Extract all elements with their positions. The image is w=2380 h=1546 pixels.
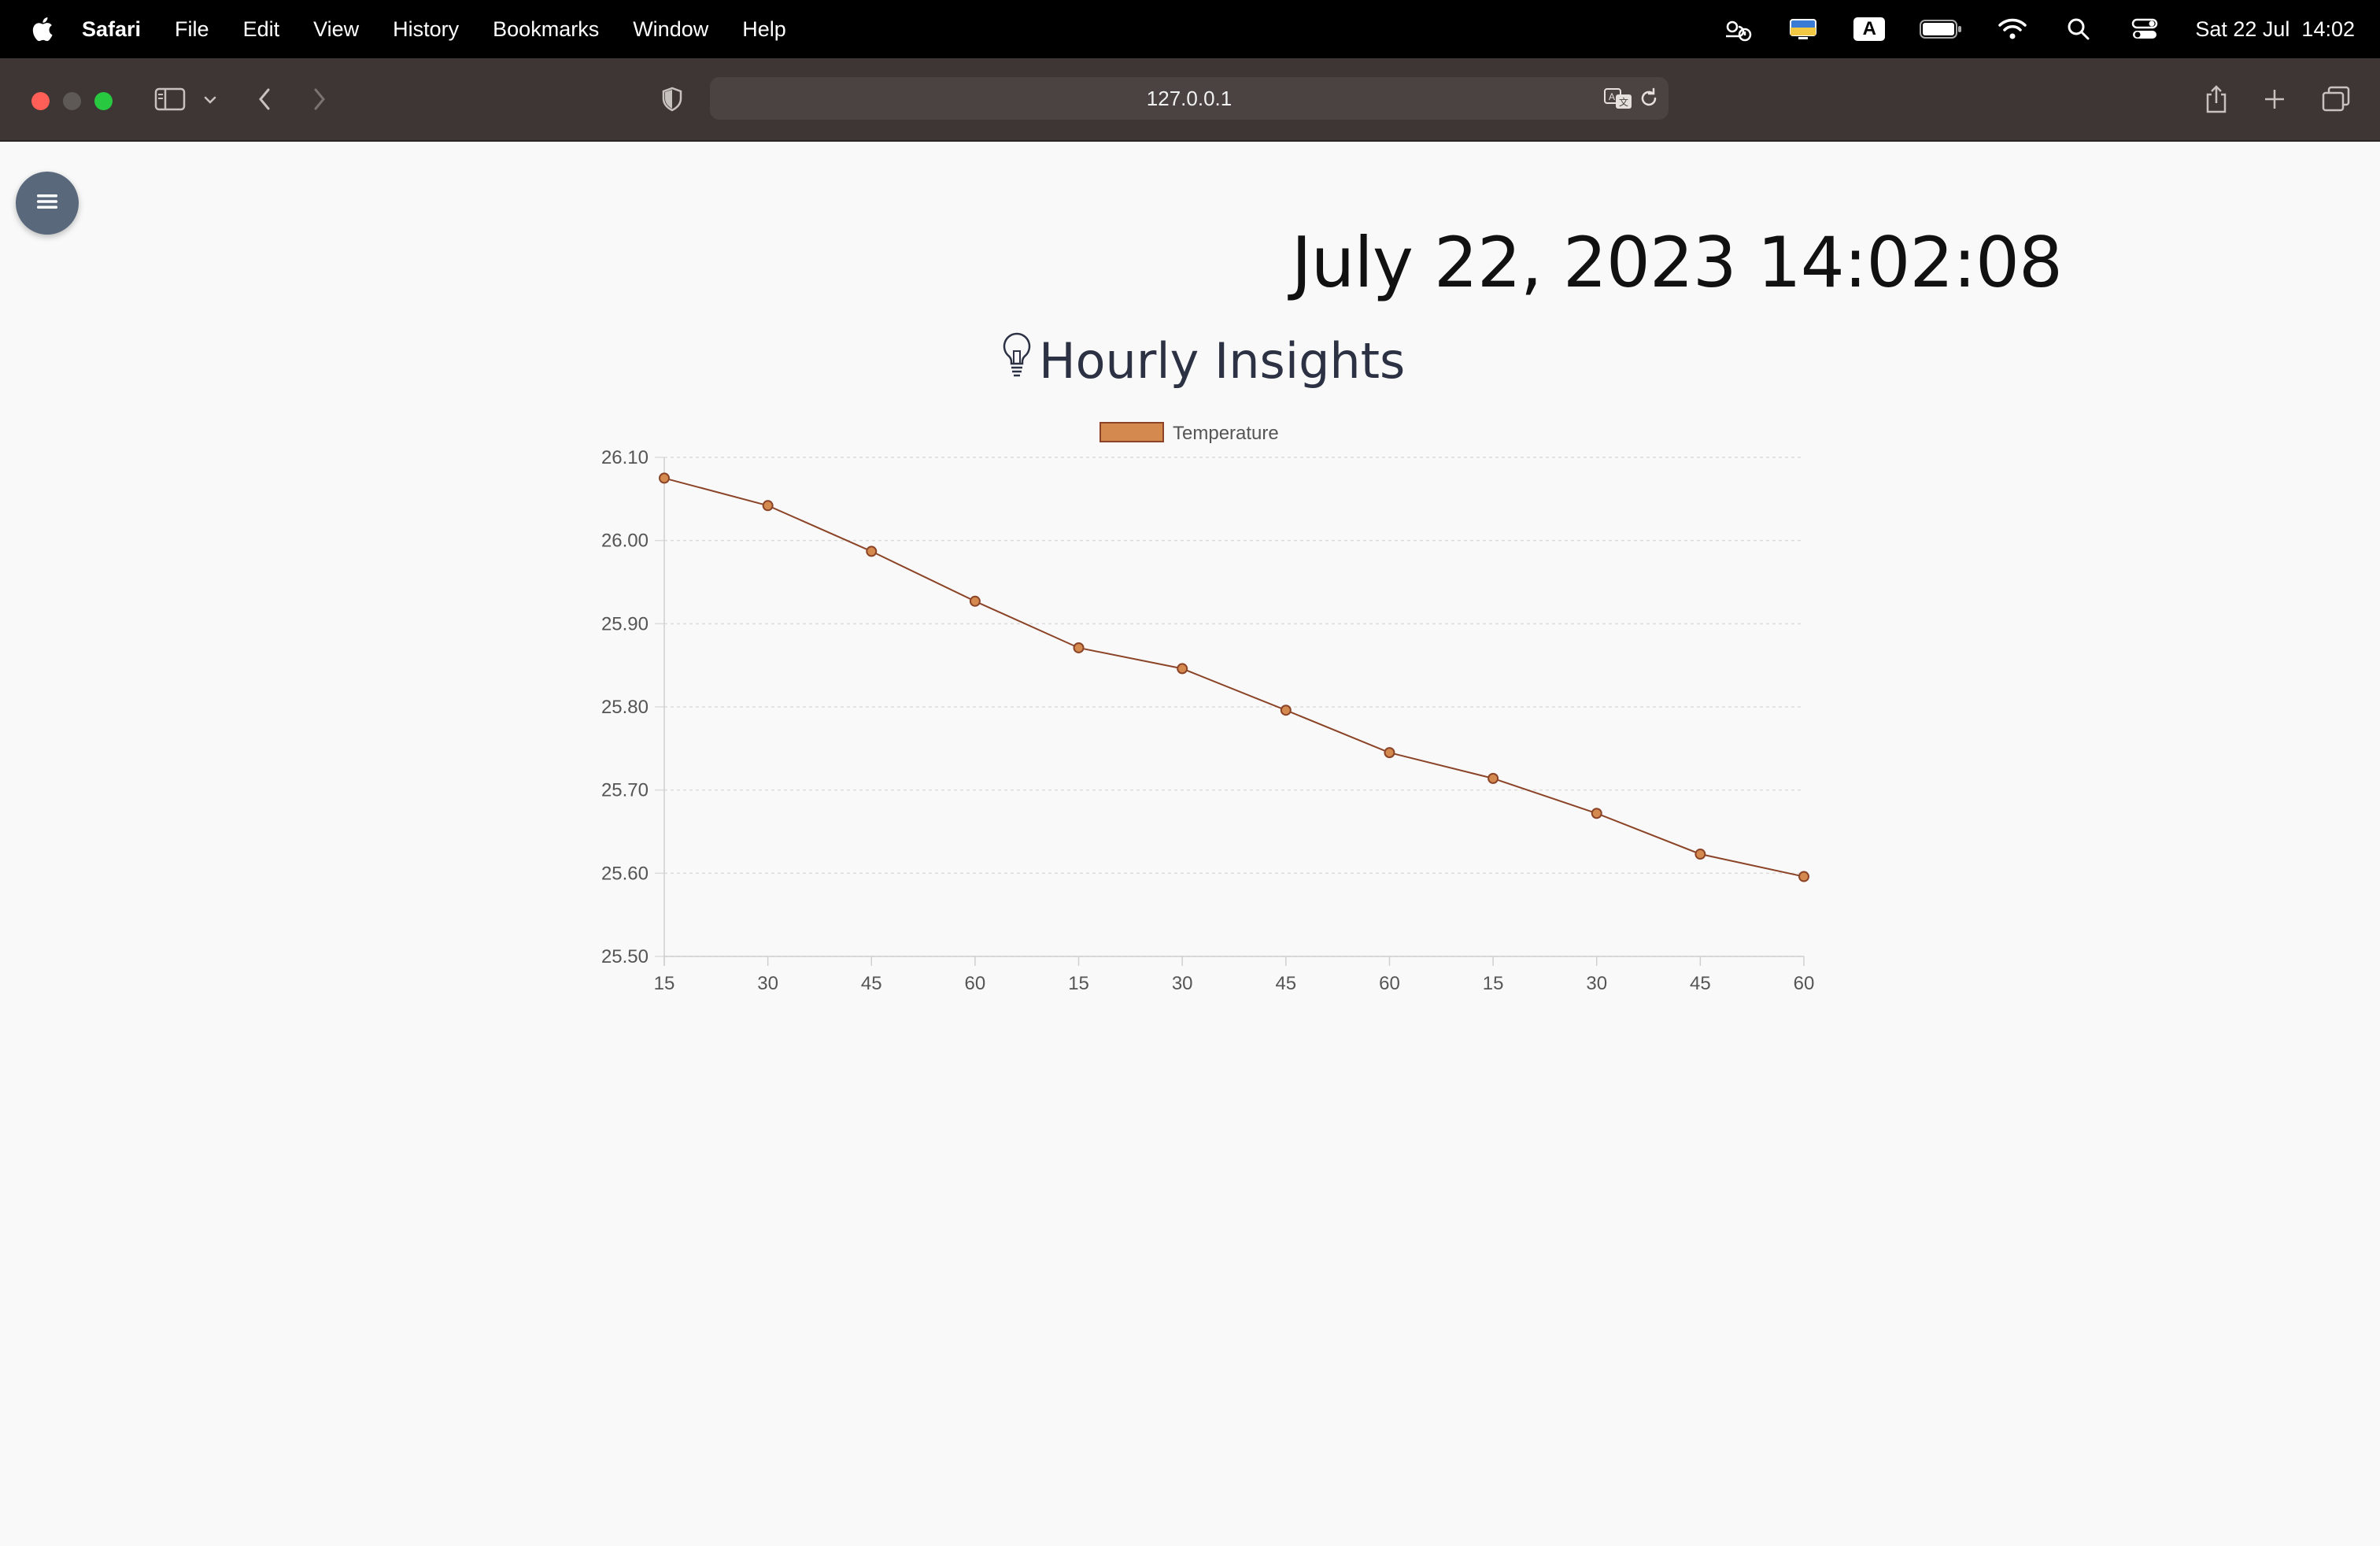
keyboard-input-icon[interactable]: A <box>1853 16 1886 43</box>
search-icon[interactable] <box>2063 16 2094 43</box>
reload-icon[interactable] <box>1637 87 1661 110</box>
keyboard-input-label: A <box>1853 17 1886 41</box>
x-tick-label: 15 <box>654 973 675 994</box>
temperature-data-point <box>1798 871 1809 882</box>
control-center-icon[interactable] <box>2129 16 2160 43</box>
temperature-data-point <box>1280 705 1292 716</box>
x-tick-label: 45 <box>861 973 882 994</box>
temperature-data-point <box>659 472 670 484</box>
temperature-chart: 26.1026.0025.9025.8025.7025.6025.5015 30 4… <box>601 422 1815 994</box>
browser-toolbar: 127.0.0.1 A文 <box>0 58 2380 142</box>
temperature-data-point <box>1591 808 1602 819</box>
temperature-series-line <box>663 477 1805 878</box>
tab-overview-icon[interactable] <box>2320 85 2352 113</box>
legend-swatch <box>1099 422 1164 442</box>
y-tick-label: 25.90 <box>601 613 649 634</box>
zoom-window-button[interactable] <box>94 92 113 110</box>
temperature-data-point <box>762 500 774 512</box>
menu-help[interactable]: Help <box>742 17 786 42</box>
temperature-data-point <box>1488 772 1499 784</box>
y-tick-label: 25.50 <box>601 946 649 967</box>
x-tick-label: 60 <box>1379 973 1400 994</box>
url-text: 127.0.0.1 <box>1146 86 1232 110</box>
temperature-data-point <box>1694 849 1706 860</box>
x-tick-label: 60 <box>1794 973 1815 994</box>
x-tick-label: 60 <box>965 973 986 994</box>
temperature-data-point <box>1384 747 1395 759</box>
wifi-icon[interactable] <box>1997 16 2028 43</box>
temperature-data-point <box>1073 642 1085 653</box>
sidebar-toggle-icon[interactable] <box>153 85 187 113</box>
address-bar[interactable]: 127.0.0.1 A文 <box>710 77 1669 120</box>
temperature-data-point <box>969 595 981 607</box>
privacy-shield-icon[interactable] <box>658 85 686 113</box>
y-tick-label: 25.70 <box>601 780 649 801</box>
x-tick-label: 45 <box>1690 973 1711 994</box>
menu-history[interactable]: History <box>393 17 459 42</box>
x-tick-label: 15 <box>1068 973 1089 994</box>
temperature-data-point <box>1177 663 1188 675</box>
svg-text:A: A <box>1609 91 1615 102</box>
menubar-datetime[interactable]: Sat 22 Jul 14:02 <box>2195 17 2355 42</box>
legend-label-temperature: Temperature <box>1173 423 1279 444</box>
y-tick-label: 25.60 <box>601 863 649 884</box>
new-tab-icon[interactable] <box>2260 85 2289 113</box>
battery-icon[interactable] <box>1920 16 1962 43</box>
apple-icon[interactable] <box>30 16 54 43</box>
menu-app-safari[interactable]: Safari <box>82 17 141 42</box>
minimize-window-button[interactable] <box>63 92 81 110</box>
forward-icon[interactable] <box>305 85 334 113</box>
display-icon[interactable] <box>1787 16 1819 43</box>
y-tick-label: 25.80 <box>601 697 649 718</box>
svg-text:文: 文 <box>1619 96 1628 108</box>
x-tick-label: 30 <box>1172 973 1193 994</box>
chevron-down-icon[interactable] <box>200 90 220 110</box>
menu-bar: Safari File Edit View History Bookmarks … <box>0 0 2380 58</box>
y-tick-label: 26.10 <box>601 447 649 468</box>
page-content: July 22, 2023 14:02:08 Hourly Insights 2… <box>0 140 2380 1546</box>
menu-file[interactable]: File <box>175 17 209 42</box>
close-window-button[interactable] <box>31 92 50 110</box>
x-tick-label: 45 <box>1275 973 1296 994</box>
y-tick-label: 26.00 <box>601 531 649 552</box>
menu-edit[interactable]: Edit <box>243 17 280 42</box>
x-tick-label: 15 <box>1483 973 1504 994</box>
back-icon[interactable] <box>250 85 279 113</box>
menu-view[interactable]: View <box>313 17 359 42</box>
weather-icon[interactable] <box>1721 16 1753 43</box>
temperature-data-point <box>866 546 878 557</box>
translate-icon[interactable]: A文 <box>1602 85 1634 112</box>
x-tick-label: 30 <box>757 973 778 994</box>
share-icon[interactable] <box>2201 82 2232 117</box>
menu-window[interactable]: Window <box>633 17 708 42</box>
menu-bookmarks[interactable]: Bookmarks <box>493 17 599 42</box>
x-tick-label: 30 <box>1586 973 1607 994</box>
